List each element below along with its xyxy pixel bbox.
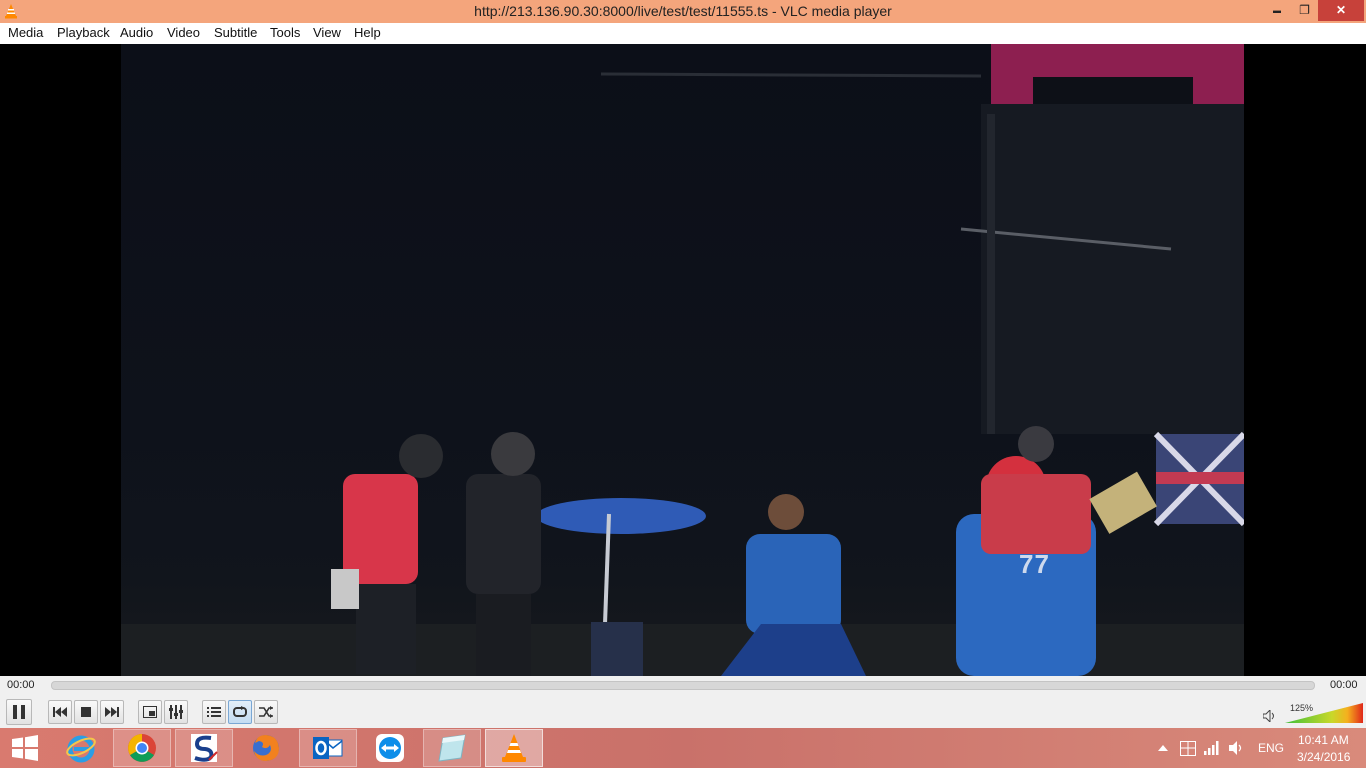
shuffle-icon (259, 706, 273, 718)
menu-view[interactable]: View (313, 25, 341, 40)
internet-explorer-icon (66, 735, 96, 763)
menu-playback[interactable]: Playback (57, 25, 110, 40)
start-button[interactable] (0, 729, 50, 767)
stop-icon (81, 707, 91, 717)
elapsed-time[interactable]: 00:00 (7, 679, 35, 691)
s-app-icon (191, 734, 218, 762)
volume-level-fill (1285, 703, 1363, 723)
taskbar: ENG 10:41 AM 3/24/2016 (0, 728, 1366, 768)
taskbar-notes-app[interactable] (423, 729, 481, 767)
network-signal-icon[interactable] (1204, 741, 1220, 755)
menu-subtitle[interactable]: Subtitle (214, 25, 257, 40)
pause-icon (13, 705, 25, 719)
minimize-button[interactable]: ▬ (1262, 0, 1292, 21)
tray-clock-date[interactable]: 3/24/2016 (1297, 750, 1350, 764)
extended-settings-button[interactable] (164, 700, 188, 724)
playlist-button[interactable] (202, 700, 226, 724)
menu-audio[interactable]: Audio (120, 25, 153, 40)
notes-app-icon (438, 734, 466, 762)
show-hidden-icons-icon[interactable] (1158, 744, 1168, 752)
seek-slider[interactable] (51, 681, 1315, 690)
equalizer-icon (169, 705, 183, 719)
teamviewer-icon (376, 734, 404, 762)
start-icon (12, 735, 38, 761)
outlook-icon (313, 737, 343, 759)
title-bar[interactable]: http://213.136.90.30:8000/live/test/test… (0, 0, 1366, 23)
volume-tray-icon[interactable] (1229, 741, 1245, 755)
video-scene (121, 44, 1244, 676)
volume-slider[interactable] (1285, 703, 1365, 725)
firefox-icon (253, 735, 279, 761)
controls-bar: 125% (0, 696, 1366, 728)
close-button[interactable]: ✕ (1318, 0, 1364, 21)
skip-previous-icon (53, 707, 67, 717)
random-button[interactable] (254, 700, 278, 724)
taskbar-outlook[interactable] (299, 729, 357, 767)
playlist-icon (207, 707, 221, 717)
taskbar-firefox[interactable] (237, 729, 295, 767)
speaker-icon[interactable] (1263, 710, 1277, 722)
fullscreen-button[interactable] (138, 700, 162, 724)
video-frame[interactable]: 77 (121, 44, 1244, 676)
previous-button[interactable] (48, 700, 72, 724)
taskbar-vlc[interactable] (485, 729, 543, 767)
next-button[interactable] (100, 700, 124, 724)
jersey-number: 77 (1019, 549, 1050, 579)
taskbar-internet-explorer[interactable] (52, 729, 110, 767)
vlc-icon (502, 734, 526, 762)
total-time[interactable]: 00:00 (1330, 679, 1358, 691)
menu-tools[interactable]: Tools (270, 25, 300, 40)
taskbar-s-app[interactable] (175, 729, 233, 767)
chrome-icon (128, 734, 156, 762)
input-language[interactable]: ENG (1258, 741, 1284, 755)
taskbar-chrome[interactable] (113, 729, 171, 767)
video-area[interactable]: 77 (0, 44, 1366, 676)
menu-media[interactable]: Media (8, 25, 43, 40)
pause-button[interactable] (6, 699, 32, 725)
tray-clock-time[interactable]: 10:41 AM (1298, 733, 1349, 747)
menu-bar: Media Playback Audio Video Subtitle Tool… (0, 23, 1366, 44)
loop-button[interactable] (228, 700, 252, 724)
menu-help[interactable]: Help (354, 25, 381, 40)
loop-icon (233, 706, 247, 717)
stop-button[interactable] (74, 700, 98, 724)
menu-video[interactable]: Video (167, 25, 200, 40)
skip-next-icon (105, 707, 119, 717)
taskbar-teamviewer[interactable] (361, 729, 419, 767)
seek-bar-row: 00:00 00:00 (0, 676, 1366, 696)
fullscreen-icon (143, 706, 157, 718)
maximize-button[interactable]: ❐ (1291, 0, 1318, 21)
window-title: http://213.136.90.30:8000/live/test/test… (474, 3, 892, 19)
action-center-icon[interactable] (1180, 741, 1196, 756)
